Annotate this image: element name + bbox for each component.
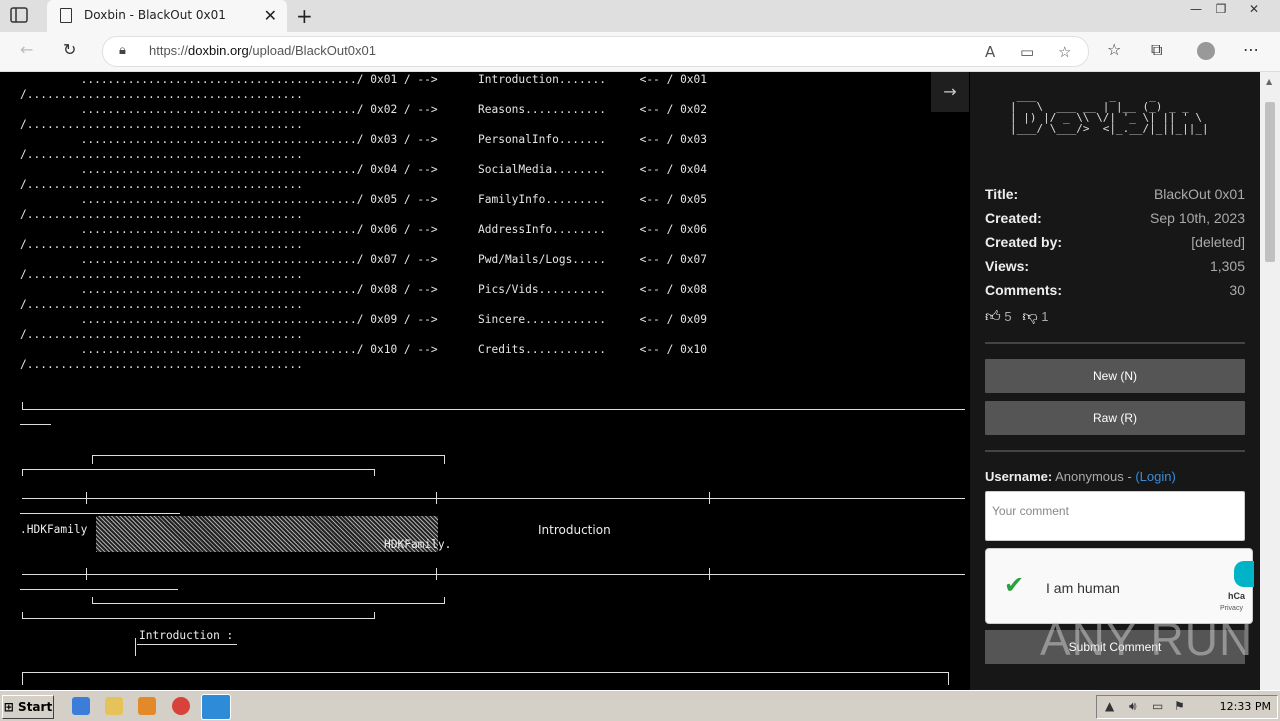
tab-title: Doxbin - BlackOut 0x01 bbox=[84, 8, 226, 22]
comment-input[interactable]: Your comment bbox=[985, 491, 1245, 541]
banner-tick bbox=[86, 492, 87, 504]
file-explorer-icon[interactable] bbox=[105, 697, 123, 715]
separator-line bbox=[22, 409, 965, 410]
minimize-icon[interactable]: — bbox=[1186, 2, 1206, 16]
more-menu-icon[interactable]: ⋯ bbox=[1243, 40, 1259, 59]
tab-actions-icon[interactable] bbox=[10, 7, 30, 25]
login-link[interactable]: (Login) bbox=[1135, 469, 1175, 484]
address-bar[interactable]: 🔒︎ https://doxbin.org/upload/BlackOut0x0… bbox=[102, 36, 1089, 67]
hcaptcha-logo-icon bbox=[1234, 561, 1254, 587]
banner-frame bbox=[22, 469, 375, 476]
banner-frame bbox=[92, 455, 445, 464]
browser-tab[interactable]: Doxbin - BlackOut 0x01 ✕ bbox=[47, 0, 287, 32]
banner-right-text: HDKFamily. bbox=[384, 538, 452, 551]
heading-tick bbox=[135, 638, 136, 656]
meta-created-by: Created by: [deleted] bbox=[985, 234, 1245, 250]
new-paste-button[interactable]: New (N) bbox=[985, 359, 1245, 393]
tray-arrow-icon[interactable]: ▲ bbox=[1105, 699, 1114, 713]
network-icon[interactable]: ▭ bbox=[1152, 699, 1163, 713]
paste-content: ........................................… bbox=[0, 72, 970, 690]
likes-count: 5 bbox=[1004, 309, 1012, 324]
banner-tick bbox=[709, 568, 710, 580]
internet-explorer-icon[interactable] bbox=[72, 697, 90, 715]
read-aloud-icon[interactable]: A bbox=[985, 43, 995, 61]
banner-frame bbox=[22, 612, 375, 619]
banner-left-text: .HDKFamily bbox=[20, 523, 88, 536]
section-frame bbox=[22, 672, 949, 685]
taskbar: ⊞ Start ▲ 🔊︎ ▭ ⚑ 12:33 PM bbox=[0, 690, 1280, 721]
back-icon[interactable]: ← bbox=[20, 40, 33, 59]
windows-logo-icon: ⊞ bbox=[3, 700, 14, 714]
banner-title: Introduction bbox=[538, 523, 611, 537]
collapse-sidebar-icon[interactable]: → bbox=[931, 72, 969, 112]
profile-avatar[interactable] bbox=[1197, 42, 1215, 60]
refresh-icon[interactable]: ↻ bbox=[63, 40, 76, 59]
meta-title: Title: BlackOut 0x01 bbox=[985, 186, 1245, 202]
collections-icon[interactable]: ⧉ bbox=[1151, 40, 1162, 60]
close-tab-icon[interactable]: ✕ bbox=[264, 6, 277, 25]
doxbin-logo[interactable]: ___ _ _ | \ ___ __ | |__ (_) _ _ | |) |/… bbox=[1010, 90, 1209, 134]
volume-icon[interactable]: 🔊︎ bbox=[1129, 699, 1137, 714]
banner-tick bbox=[436, 568, 437, 580]
page-icon bbox=[60, 8, 72, 23]
scroll-up-icon[interactable]: ▲ bbox=[1266, 77, 1272, 86]
separator-line bbox=[20, 424, 51, 425]
banner-line bbox=[22, 498, 965, 499]
divider bbox=[985, 450, 1245, 452]
captcha-brand: hCa bbox=[1228, 591, 1246, 601]
url-text: https://doxbin.org/upload/BlackOut0x01 bbox=[149, 43, 376, 58]
scrollbar-thumb[interactable] bbox=[1265, 102, 1275, 262]
divider bbox=[985, 342, 1245, 344]
heading-underline bbox=[137, 644, 237, 645]
banner-tick bbox=[436, 492, 437, 504]
thumbs-up-icon[interactable]: 👍︎ bbox=[985, 308, 1001, 325]
banner-frame bbox=[92, 597, 445, 604]
meta-views: Views: 1,305 bbox=[985, 258, 1245, 274]
start-button[interactable]: ⊞ Start bbox=[2, 695, 54, 719]
banner-tick bbox=[709, 492, 710, 504]
username-line: Username: Anonymous - (Login) bbox=[985, 469, 1176, 484]
media-player-icon[interactable] bbox=[138, 697, 156, 715]
page-scrollbar[interactable]: ▲ bbox=[1260, 72, 1280, 690]
captcha-privacy-link[interactable]: Privacy bbox=[1220, 605, 1243, 612]
favorites-icon[interactable]: ☆ bbox=[1107, 40, 1121, 59]
paste-sidebar: ___ _ _ | \ ___ __ | |__ (_) _ _ | |) |/… bbox=[970, 72, 1260, 690]
clock: 12:33 PM bbox=[1219, 700, 1271, 713]
vote-counts: 👍︎ 5 👎︎ 1 bbox=[985, 308, 1048, 326]
meta-comments: Comments: 30 bbox=[985, 282, 1245, 298]
banner-line bbox=[22, 574, 965, 575]
comment-placeholder: Your comment bbox=[992, 504, 1069, 518]
banner-line bbox=[20, 513, 180, 514]
banner-tick bbox=[86, 568, 87, 580]
captcha-text: I am human bbox=[1046, 580, 1120, 596]
flag-icon[interactable]: ⚑ bbox=[1174, 699, 1185, 713]
lock-icon[interactable]: 🔒︎ bbox=[119, 43, 126, 58]
anyrun-watermark: ANY RUN bbox=[1040, 613, 1254, 665]
thumbs-down-icon[interactable]: 👎︎ bbox=[1022, 308, 1037, 325]
meta-created: Created: Sep 10th, 2023 bbox=[985, 210, 1245, 226]
raw-button[interactable]: Raw (R) bbox=[985, 401, 1245, 435]
immersive-reader-icon[interactable]: ▭ bbox=[1020, 43, 1034, 61]
close-window-icon[interactable]: ✕ bbox=[1244, 2, 1264, 16]
add-favorite-icon[interactable]: ☆ bbox=[1058, 43, 1071, 61]
restore-icon[interactable]: ❐ bbox=[1211, 2, 1231, 16]
edge-icon[interactable] bbox=[201, 694, 231, 720]
table-of-contents: ........................................… bbox=[20, 73, 708, 371]
tab-bar: Doxbin - BlackOut 0x01 ✕ + — ❐ ✕ bbox=[0, 0, 1280, 32]
chrome-icon[interactable] bbox=[172, 697, 190, 715]
new-tab-icon[interactable]: + bbox=[296, 4, 313, 28]
banner-line bbox=[20, 589, 178, 590]
dislikes-count: 1 bbox=[1041, 309, 1049, 324]
separator-tick bbox=[22, 402, 23, 410]
system-tray: ▲ 🔊︎ ▭ ⚑ 12:33 PM bbox=[1096, 695, 1278, 719]
checkmark-icon[interactable]: ✔ bbox=[1004, 571, 1024, 600]
navigation-bar: ← ↻ 🔒︎ https://doxbin.org/upload/BlackOu… bbox=[0, 32, 1280, 72]
section-heading: Introduction : bbox=[139, 629, 234, 642]
